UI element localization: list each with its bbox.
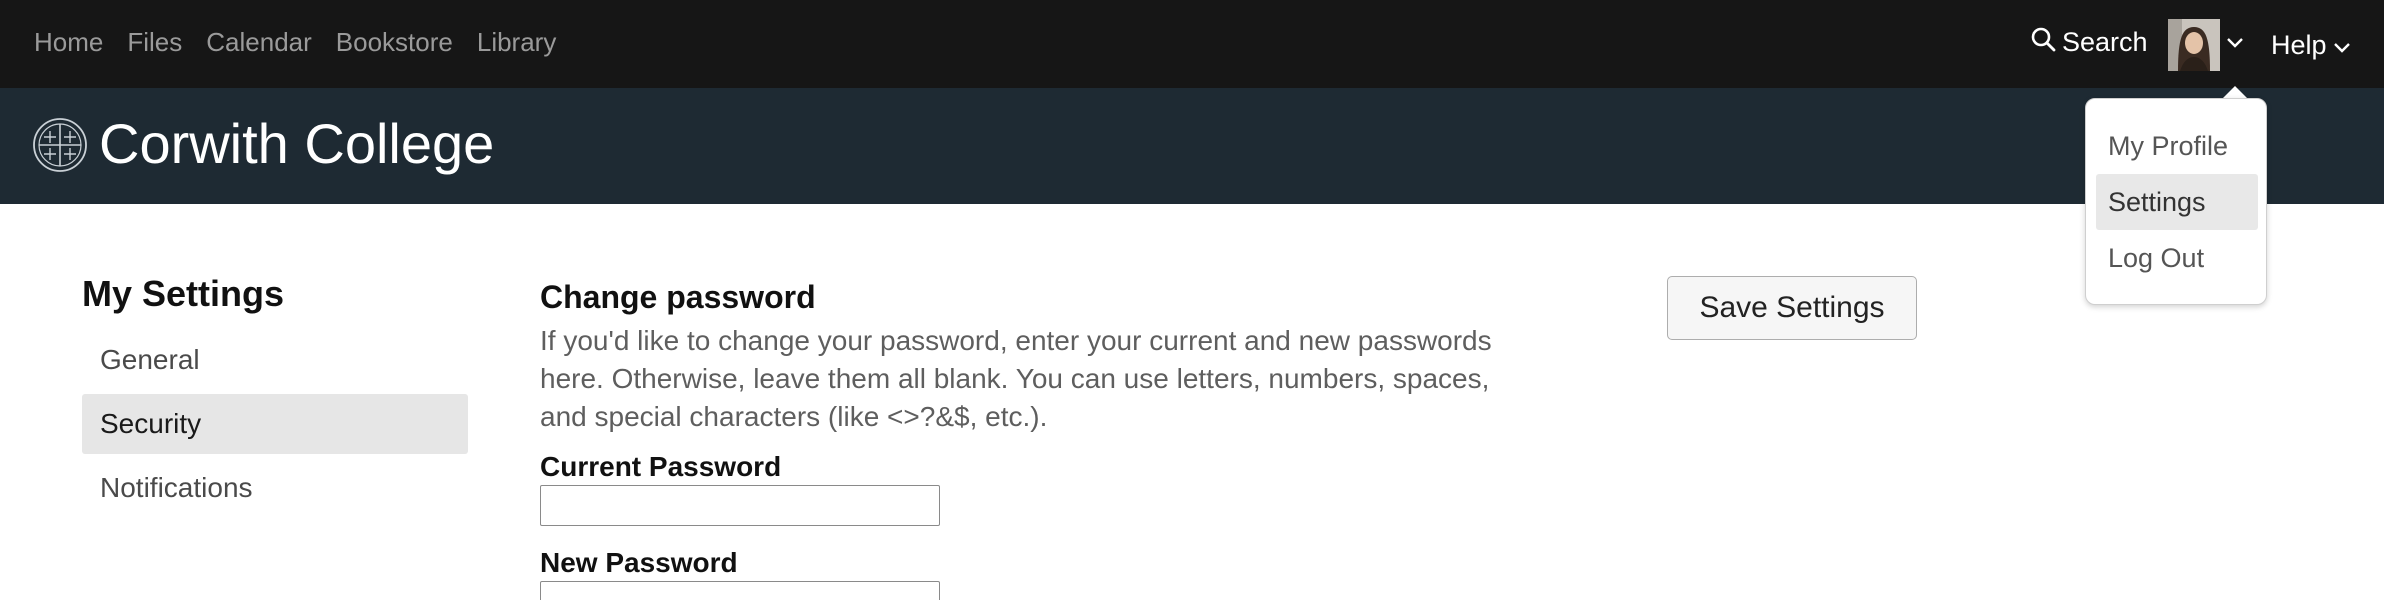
- menu-item-settings[interactable]: Settings: [2096, 174, 2258, 230]
- new-password-label: New Password: [540, 547, 738, 578]
- current-password-label: Current Password: [540, 451, 782, 482]
- nav-link-files[interactable]: Files: [127, 27, 182, 58]
- help-menu-button[interactable]: Help: [2271, 30, 2351, 61]
- college-seal-icon: [32, 117, 88, 173]
- nav-link-calendar[interactable]: Calendar: [206, 27, 312, 58]
- nav-link-bookstore[interactable]: Bookstore: [336, 27, 453, 58]
- help-label: Help: [2271, 30, 2327, 60]
- sidebar-item-label: General: [100, 344, 200, 375]
- nav-link-library[interactable]: Library: [477, 27, 556, 58]
- chevron-down-icon[interactable]: [2226, 36, 2244, 54]
- sidebar-item-notifications[interactable]: Notifications: [82, 458, 468, 518]
- sidebar-item-general[interactable]: General: [82, 330, 468, 390]
- search-button[interactable]: Search: [2030, 26, 2148, 59]
- menu-item-my-profile[interactable]: My Profile: [2096, 118, 2258, 174]
- sidebar-item-label: Notifications: [100, 472, 253, 503]
- search-icon: [2030, 26, 2062, 59]
- nav-link-home[interactable]: Home: [34, 27, 103, 58]
- current-password-field[interactable]: [540, 485, 940, 526]
- section-description: If you'd like to change your password, e…: [540, 325, 1492, 432]
- top-navigation-bar: Home Files Calendar Bookstore Library Se…: [0, 0, 2384, 88]
- sidebar-title: My Settings: [82, 273, 285, 314]
- user-dropdown-menu: My Profile Settings Log Out: [2085, 98, 2267, 305]
- section-title: Change password: [540, 279, 816, 315]
- main-nav: Home Files Calendar Bookstore Library: [34, 0, 580, 84]
- college-name: Corwith College: [99, 112, 495, 175]
- menu-item-log-out[interactable]: Log Out: [2096, 230, 2258, 286]
- save-settings-button[interactable]: Save Settings: [1667, 276, 1917, 340]
- chevron-down-icon: [2327, 30, 2351, 61]
- sidebar-item-label: Security: [100, 408, 202, 439]
- avatar[interactable]: [2168, 19, 2220, 71]
- sidebar-item-security[interactable]: Security: [82, 394, 468, 454]
- new-password-field[interactable]: [540, 581, 940, 600]
- search-label: Search: [2062, 27, 2148, 57]
